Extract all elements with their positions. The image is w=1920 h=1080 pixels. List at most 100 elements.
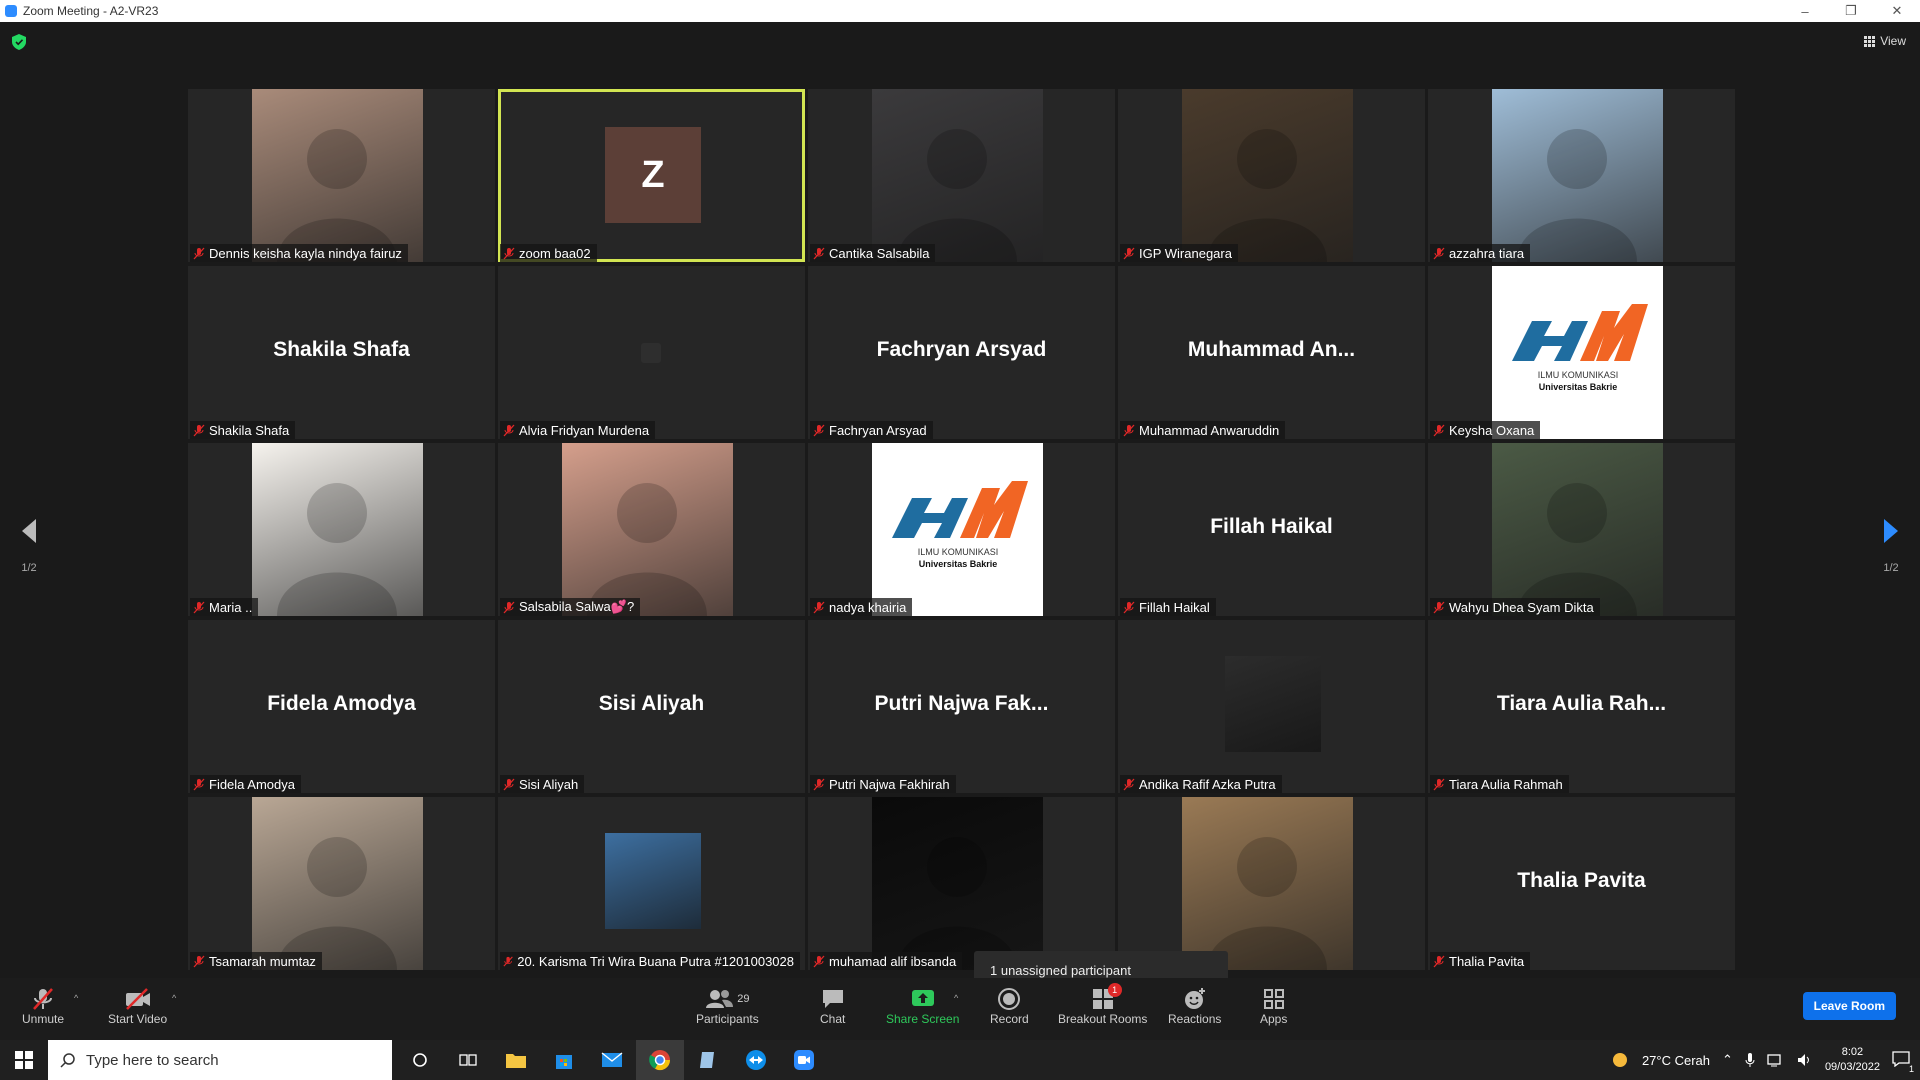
participant-display-name: Thalia Pavita [1517, 869, 1646, 892]
restore-button[interactable]: ❐ [1828, 0, 1874, 22]
unmute-button[interactable]: Unmute [22, 986, 64, 1026]
zoom-app-icon [5, 5, 17, 17]
participant-tile[interactable]: ILMU KOMUNIKASI Universitas Bakrie nadya… [808, 443, 1115, 616]
participant-tile[interactable]: Shakila Shafa Shakila Shafa [188, 266, 495, 439]
person-silhouette-icon [1517, 483, 1637, 616]
record-button[interactable]: Record [990, 986, 1029, 1026]
reactions-button[interactable]: Reactions [1168, 986, 1221, 1026]
person-silhouette-icon [897, 129, 1017, 262]
participant-tile[interactable]: Salsabila Salwa💕? [498, 443, 805, 616]
participant-tile[interactable]: Cantika Salsabila [808, 89, 1115, 262]
participant-tile[interactable]: Fachryan Arsyad Fachryan Arsyad [808, 266, 1115, 439]
share-screen-button[interactable]: Share Screen [886, 986, 959, 1026]
clock-date: 09/03/2022 [1824, 1061, 1880, 1073]
participant-name: Fillah Haikal [1139, 599, 1210, 615]
participant-display-name: Putri Najwa Fak... [874, 692, 1049, 715]
video-options-caret[interactable]: ^ [172, 993, 176, 1003]
participant-tile[interactable]: Fidela Amodya Fidela Amodya [188, 620, 495, 793]
participant-video [605, 833, 701, 929]
store-icon[interactable] [540, 1040, 588, 1080]
participant-name: Putri Najwa Fakhirah [829, 776, 950, 792]
network-icon[interactable] [1767, 1053, 1785, 1067]
chrome-icon[interactable] [636, 1040, 684, 1080]
video-off-icon [125, 988, 150, 1010]
participant-tile[interactable]: Fillah Haikal Fillah Haikal [1118, 443, 1425, 616]
participant-tile[interactable]: djie [1118, 797, 1425, 970]
logo-line1: ILMU KOMUNIKASI [918, 547, 999, 557]
person-silhouette-icon [277, 483, 397, 616]
participants-label: Participants [696, 1012, 759, 1026]
participant-name: IGP Wiranegara [1139, 245, 1232, 261]
leave-room-button[interactable]: Leave Room [1802, 992, 1896, 1020]
mail-icon[interactable] [588, 1040, 636, 1080]
participant-tile[interactable]: Muhammad An... Muhammad Anwaruddin [1118, 266, 1425, 439]
muted-mic-icon [1123, 424, 1135, 436]
participants-button[interactable]: 29 Participants [696, 986, 759, 1026]
microphone-icon[interactable] [1745, 1052, 1755, 1068]
audio-options-caret[interactable]: ^ [74, 993, 78, 1003]
ilmu-komunikasi-logo: ILMU KOMUNIKASI Universitas Bakrie [1492, 266, 1663, 439]
participant-tile[interactable]: Sisi Aliyah Sisi Aliyah [498, 620, 805, 793]
participant-name-label: Tiara Aulia Rahmah [1430, 775, 1569, 793]
participant-name: Salsabila Salwa💕? [519, 599, 635, 614]
logo-line1: ILMU KOMUNIKASI [1538, 370, 1619, 380]
participant-tile[interactable]: Putri Najwa Fak... Putri Najwa Fakhirah [808, 620, 1115, 793]
share-screen-label: Share Screen [886, 1012, 960, 1026]
person-silhouette-icon [897, 837, 1017, 970]
chevron-up-icon[interactable]: ⌃ [1722, 1052, 1733, 1068]
shield-icon[interactable] [12, 34, 26, 50]
participant-tile[interactable]: ILMU KOMUNIKASI Universitas Bakrie Keysh… [1428, 266, 1735, 439]
participant-tile[interactable]: Alvia Fridyan Murdena [498, 266, 805, 439]
zoom-taskbar-icon[interactable] [780, 1040, 828, 1080]
participant-tile[interactable]: azzahra tiara [1428, 89, 1735, 262]
participant-tile[interactable]: Thalia Pavita Thalia Pavita [1428, 797, 1735, 970]
participant-name: Sisi Aliyah [519, 776, 579, 792]
popup-text: 1 unassigned participant [990, 962, 1131, 978]
person-silhouette-icon [587, 483, 707, 616]
participant-name: Keysha Oxana [1449, 422, 1535, 438]
participant-tile[interactable]: 20. Karisma Tri Wira Buana Putra #120100… [498, 797, 805, 970]
participant-tile[interactable]: Tsamarah mumtaz [188, 797, 495, 970]
muted-mic-icon [503, 955, 513, 967]
participant-video [872, 797, 1043, 970]
notification-icon[interactable]: 1 [1892, 1050, 1914, 1074]
participant-name-label: Muhammad Anwaruddin [1120, 421, 1286, 439]
prev-page-arrow[interactable]: 1/2 [14, 517, 44, 574]
participant-tile[interactable]: Z zoom baa02 [498, 89, 805, 262]
share-options-caret[interactable]: ^ [954, 993, 958, 1003]
participant-tile[interactable]: muhamad alif ibsanda [808, 797, 1115, 970]
breakout-rooms-button[interactable]: 1 Breakout Rooms [1058, 983, 1147, 1026]
participant-tile[interactable]: Tiara Aulia Rah... Tiara Aulia Rahmah [1428, 620, 1735, 793]
view-button[interactable]: View [1864, 34, 1906, 48]
participant-tile[interactable]: Wahyu Dhea Syam Dikta [1428, 443, 1735, 616]
muted-mic-icon [503, 424, 515, 436]
chat-button[interactable]: Chat [820, 986, 845, 1026]
teamviewer-icon[interactable] [732, 1040, 780, 1080]
muted-mic-icon [1433, 424, 1445, 436]
taskbar-search[interactable]: Type here to search [48, 1040, 392, 1080]
person-silhouette-icon [277, 837, 397, 970]
file-explorer-icon[interactable] [492, 1040, 540, 1080]
clock[interactable]: 8:02 09/03/2022 [1825, 1045, 1880, 1075]
start-video-button[interactable]: Start Video [108, 986, 167, 1026]
weather-text[interactable]: 27°C Cerah [1642, 1053, 1710, 1068]
windows-taskbar: Type here to search 27°C Cerah ⌃ 8:02 09… [0, 1040, 1920, 1080]
cortana-icon[interactable] [396, 1040, 444, 1080]
muted-mic-icon [193, 247, 205, 259]
participant-tile[interactable]: IGP Wiranegara [1118, 89, 1425, 262]
participant-tile[interactable]: Maria .. [188, 443, 495, 616]
participant-name-label: azzahra tiara [1430, 244, 1531, 262]
participant-tile[interactable]: Andika Rafif Azka Putra [1118, 620, 1425, 793]
participant-name: 20. Karisma Tri Wira Buana Putra #120100… [517, 953, 794, 969]
participant-name: Shakila Shafa [209, 422, 290, 438]
task-view-icon[interactable] [444, 1040, 492, 1080]
minimize-button[interactable]: – [1782, 0, 1828, 22]
participant-name-label: IGP Wiranegara [1120, 244, 1238, 262]
apps-button[interactable]: Apps [1260, 986, 1287, 1026]
participant-tile[interactable]: Dennis keisha kayla nindya fairuz [188, 89, 495, 262]
close-button[interactable]: ✕ [1874, 0, 1920, 22]
start-button[interactable] [0, 1040, 48, 1080]
volume-icon[interactable] [1797, 1053, 1813, 1067]
notepad-icon[interactable] [684, 1040, 732, 1080]
next-page-arrow[interactable]: 1/2 [1876, 517, 1906, 574]
